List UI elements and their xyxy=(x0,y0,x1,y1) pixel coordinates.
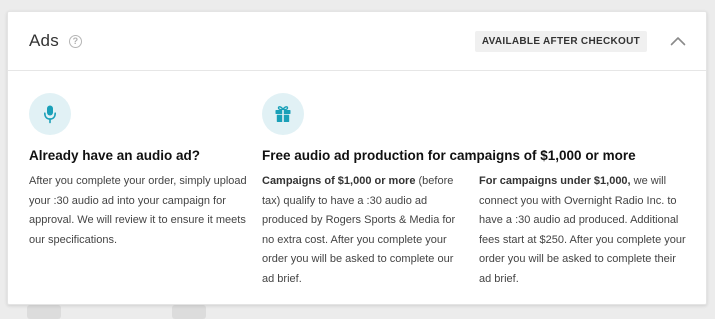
microphone-icon xyxy=(29,93,71,135)
section-heading-free-production: Free audio ad production for campaigns o… xyxy=(262,148,636,163)
ads-card: Ads ? AVAILABLE AFTER CHECKOUT Already h… xyxy=(7,11,707,305)
body-text-under-1000: we will connect you with Overnight Radio… xyxy=(479,175,686,285)
availability-badge: AVAILABLE AFTER CHECKOUT xyxy=(474,30,647,52)
section-body-under-1000: For campaigns under $1,000, we will conn… xyxy=(479,172,689,290)
section-heading-have-ad: Already have an audio ad? xyxy=(29,148,201,163)
chevron-up-icon[interactable] xyxy=(669,35,687,47)
body-bold-under-1000: For campaigns under $1,000, xyxy=(479,175,631,187)
body-bold-over-1000: Campaigns of $1,000 or more xyxy=(262,175,416,187)
background-shape xyxy=(172,305,206,319)
card-title: Ads xyxy=(29,31,59,50)
section-body-have-ad: After you complete your order, simply up… xyxy=(29,175,247,246)
body-text-over-1000: (before tax) qualify to have a :30 audio… xyxy=(262,175,456,285)
background-shape xyxy=(27,305,61,319)
gift-icon xyxy=(262,93,304,135)
card-header: Ads ? AVAILABLE AFTER CHECKOUT xyxy=(8,12,706,71)
section-body-over-1000: Campaigns of $1,000 or more (before tax)… xyxy=(262,172,462,290)
help-icon[interactable]: ? xyxy=(68,34,82,48)
